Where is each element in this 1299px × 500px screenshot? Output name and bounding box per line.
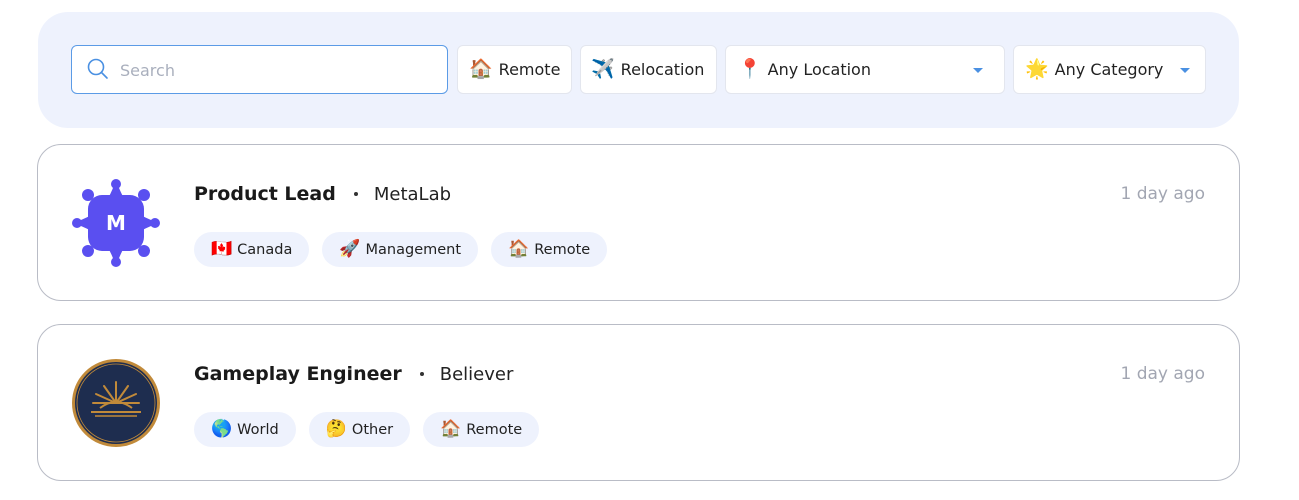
rocket-icon: 🚀 [339, 239, 361, 259]
canada-flag-icon: 🇨🇦 [211, 239, 233, 259]
location-select[interactable]: 📍 Any Location [725, 45, 1005, 94]
tag-label: World [237, 421, 279, 438]
category-select-value: Any Category [1054, 60, 1164, 79]
airplane-icon: ✈️ [591, 58, 615, 80]
tag-label: Remote [466, 421, 523, 438]
thinking-face-icon: 🤔 [325, 419, 347, 439]
tag-remote: 🏠 Remote [491, 232, 608, 267]
tag-remote: 🏠 Remote [423, 412, 540, 447]
location-select-value: Any Location [767, 60, 871, 79]
tag-category: 🤔 Other [308, 412, 411, 447]
tag-label: Canada [237, 241, 293, 258]
search-icon [87, 58, 108, 79]
house-icon: 🏠 [440, 419, 462, 439]
posted-time: 1 day ago [1120, 364, 1205, 384]
tag-country: 🌎 World [194, 412, 296, 447]
job-card[interactable]: M Product Lead MetaLab 1 day ago 🇨🇦 Cana… [37, 144, 1240, 301]
metalab-logo: M [72, 179, 160, 267]
tag-category: 🚀 Management [322, 232, 479, 267]
remote-filter-button[interactable]: 🏠 Remote [457, 45, 572, 94]
tag-label: Management [365, 241, 462, 258]
search-input[interactable] [120, 56, 420, 84]
globe-icon: 🌎 [211, 419, 233, 439]
relocation-filter-label: Relocation [620, 60, 705, 79]
company-name: MetaLab [373, 183, 452, 205]
logo-letter: M [106, 211, 126, 235]
job-card[interactable]: Gameplay Engineer Believer 1 day ago 🌎 W… [37, 324, 1240, 481]
search-box[interactable] [71, 45, 448, 94]
job-title[interactable]: Product Lead [194, 183, 336, 205]
relocation-filter-button[interactable]: ✈️ Relocation [580, 45, 717, 94]
house-icon: 🏠 [469, 58, 493, 80]
job-title[interactable]: Gameplay Engineer [194, 363, 402, 385]
chevron-down-icon [1180, 68, 1190, 73]
tag-country: 🇨🇦 Canada [194, 232, 310, 267]
pin-icon: 📍 [738, 58, 762, 80]
chevron-down-icon [973, 68, 983, 73]
job-tags: 🌎 World 🤔 Other 🏠 Remote [194, 412, 540, 447]
star-icon: 🌟 [1025, 58, 1049, 80]
tag-label: Remote [534, 241, 591, 258]
house-icon: 🏠 [508, 239, 530, 259]
posted-time: 1 day ago [1120, 184, 1205, 204]
separator-dot [353, 192, 358, 196]
job-title-row: Product Lead MetaLab [194, 183, 451, 205]
category-select[interactable]: 🌟 Any Category [1013, 45, 1206, 94]
company-name: Believer [439, 363, 514, 385]
separator-dot [419, 372, 424, 376]
job-tags: 🇨🇦 Canada 🚀 Management 🏠 Remote [194, 232, 608, 267]
job-title-row: Gameplay Engineer Believer [194, 363, 513, 385]
tag-label: Other [351, 421, 394, 438]
remote-filter-label: Remote [498, 60, 561, 79]
believer-logo [72, 359, 160, 447]
filter-bar: 🏠 Remote ✈️ Relocation 📍 Any Location 🌟 … [38, 12, 1239, 128]
